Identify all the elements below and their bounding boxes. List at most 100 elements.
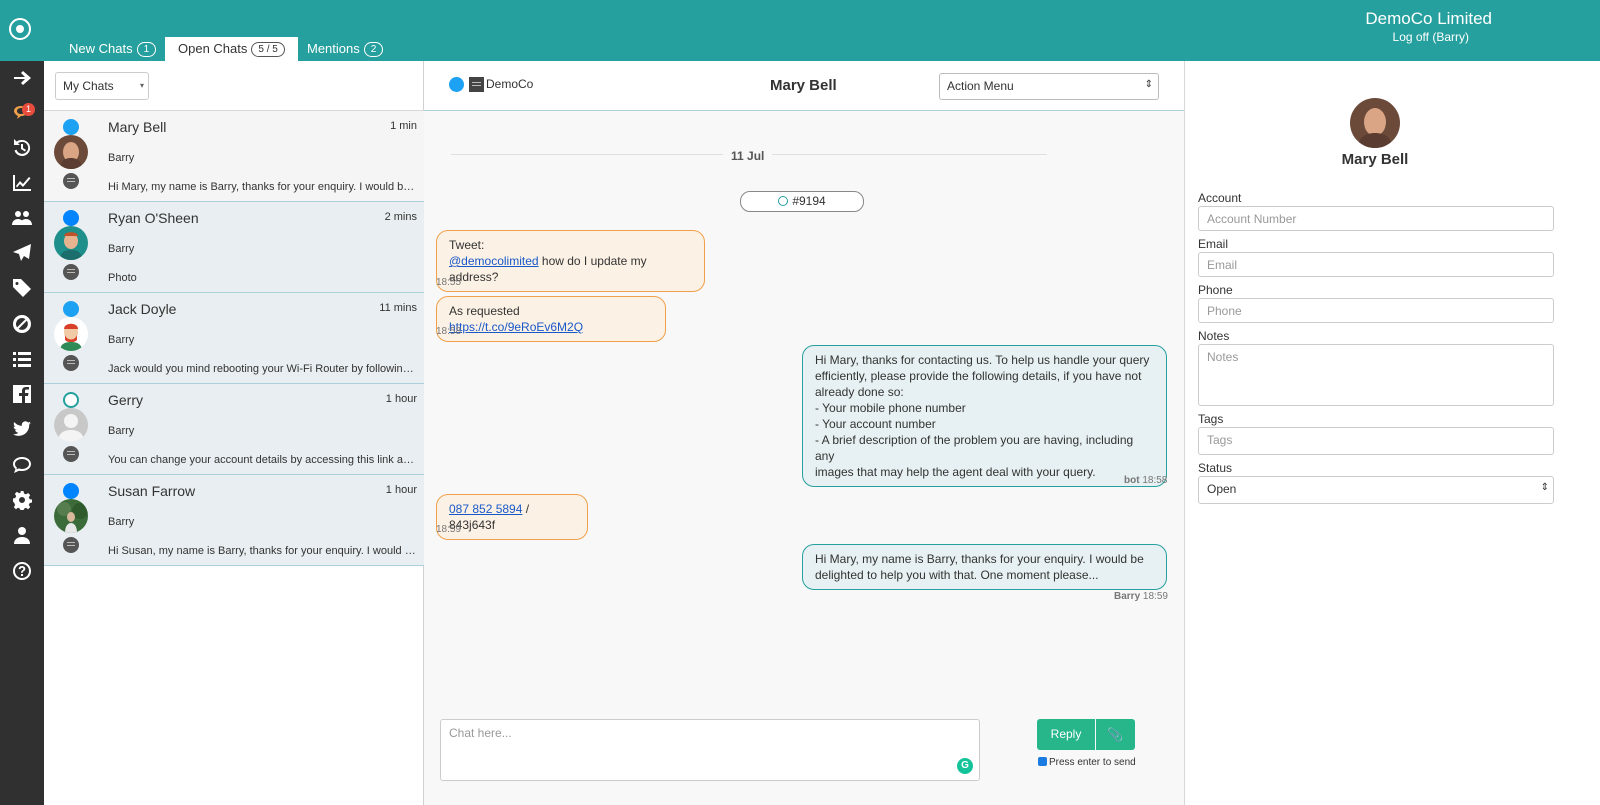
tag-icon[interactable]: [11, 277, 33, 299]
arrow-right-icon[interactable]: [11, 67, 33, 89]
block-icon[interactable]: [11, 313, 33, 335]
agent-name: Barry: [108, 152, 135, 164]
chat-list-panel: My Chats Mary Bell 1 min Barry Hi Mary, …: [44, 61, 424, 805]
agent-icon: [63, 355, 79, 371]
status-select[interactable]: Open: [1198, 476, 1554, 504]
left-nav: 1: [0, 61, 44, 805]
count-badge: 1: [136, 42, 157, 57]
message-line: - Your account number: [815, 417, 936, 431]
message-text: As requested: [449, 304, 520, 318]
twitter-icon: [63, 119, 79, 135]
agent-name: Barry: [108, 243, 135, 255]
outgoing-message: Hi Mary, my name is Barry, thanks for yo…: [802, 544, 1167, 590]
ticket-badge[interactable]: #9194: [740, 191, 864, 212]
account-number-input[interactable]: Account Number: [1198, 206, 1554, 231]
gear-icon[interactable]: [11, 489, 33, 511]
message-time: 18:58: [436, 326, 462, 337]
chat-list-item[interactable]: Jack Doyle 11 mins Barry Jack would you …: [44, 293, 424, 384]
email-input[interactable]: Email: [1198, 252, 1554, 277]
sender-name: bot: [1124, 475, 1140, 486]
list-icon[interactable]: [11, 348, 33, 370]
chat-list-item[interactable]: Mary Bell 1 min Barry Hi Mary, my name i…: [44, 111, 424, 202]
message-time: 18:59: [436, 524, 462, 535]
reply-button[interactable]: Reply: [1037, 719, 1095, 750]
chat-list-item[interactable]: Gerry 1 hour Barry You can change your a…: [44, 384, 424, 475]
url-link[interactable]: https://t.co/9eRoEv6M2Q: [449, 320, 583, 334]
chat-time: 1 min: [390, 120, 417, 132]
message-time: 18:55: [436, 277, 462, 288]
avatar: [54, 135, 88, 169]
user-icon[interactable]: [11, 524, 33, 546]
last-message: Jack would you mind rebooting your Wi-Fi…: [108, 363, 418, 375]
count-badge: 5 / 5: [251, 42, 285, 57]
agent-name: Barry: [108, 425, 135, 437]
agent-icon: [63, 173, 79, 189]
agent-name: Barry: [108, 334, 135, 346]
agent-icon: [63, 537, 79, 553]
customer-name: Mary Bell: [770, 77, 837, 94]
notes-textarea[interactable]: Notes: [1198, 344, 1554, 406]
tab-mentions[interactable]: Mentions 2: [294, 37, 396, 61]
message-line: - A brief description of the problem you…: [815, 433, 1134, 463]
action-menu-select[interactable]: Action Menu: [939, 73, 1159, 100]
message-line: images that may help the agent deal with…: [815, 465, 1096, 479]
chat-input[interactable]: Chat here... G: [440, 719, 980, 781]
history-icon[interactable]: [11, 137, 33, 159]
comment-icon[interactable]: [11, 454, 33, 476]
tags-input[interactable]: Tags: [1198, 427, 1554, 455]
ticket-number: #9194: [792, 194, 826, 208]
field-label: Phone: [1198, 283, 1233, 297]
last-message: You can change your account details by a…: [108, 454, 418, 466]
twitter-icon: [63, 301, 79, 317]
top-bar: New Chats 1 Open Chats 5 / 5 Mentions 2 Dem…: [0, 0, 1600, 61]
chat-list-item[interactable]: Susan Farrow 1 hour Barry Hi Susan, my n…: [44, 475, 424, 566]
input-placeholder: Chat here...: [449, 726, 512, 740]
help-icon[interactable]: [11, 560, 33, 582]
avatar: [54, 226, 88, 260]
my-chats-select[interactable]: My Chats: [55, 72, 149, 100]
webchat-icon: [63, 392, 79, 408]
users-icon[interactable]: [11, 207, 33, 229]
chart-icon[interactable]: [11, 172, 33, 194]
date-label: 11 Jul: [723, 149, 773, 163]
tab-open-chats[interactable]: Open Chats 5 / 5: [165, 37, 298, 61]
agent-name: Barry: [108, 516, 135, 528]
phone-input[interactable]: Phone: [1198, 298, 1554, 323]
press-enter-option[interactable]: Press enter to send: [1038, 757, 1136, 768]
contact-name: Susan Farrow: [108, 483, 196, 499]
message-meta: Barry 18:59: [1114, 591, 1168, 602]
company-handle: DemoCo: [486, 77, 534, 91]
message-line: Hi Mary, thanks for contacting us. To he…: [815, 353, 1150, 367]
twitter-icon: [449, 77, 464, 92]
nav-unread-badge: 1: [22, 103, 35, 116]
twitter-icon[interactable]: [11, 418, 33, 440]
last-message: Hi Susan, my name is Barry, thanks for y…: [108, 545, 418, 557]
chat-list-item[interactable]: Ryan O'Sheen 2 mins Barry Photo: [44, 202, 424, 293]
message-line: - Your mobile phone number: [815, 401, 966, 415]
avatar: [54, 408, 88, 442]
mention-link[interactable]: @democolimited: [449, 254, 539, 268]
attach-button[interactable]: 📎: [1096, 719, 1135, 750]
count-badge: 2: [363, 42, 384, 57]
field-label: Status: [1198, 461, 1233, 475]
outgoing-message: Hi Mary, thanks for contacting us. To he…: [802, 345, 1167, 487]
field-label: Notes: [1198, 329, 1230, 343]
contact-name: Ryan O'Sheen: [108, 210, 199, 226]
facebook-icon[interactable]: [11, 383, 33, 405]
agent-icon: [63, 264, 79, 280]
checkbox-checked[interactable]: [1038, 757, 1047, 766]
message-line: Tweet:: [449, 238, 485, 252]
message-meta: bot 18:58: [1124, 475, 1167, 486]
tab-new-chats[interactable]: New Chats 1: [56, 37, 169, 61]
logoff-link[interactable]: Log off (Barry): [1393, 30, 1469, 44]
grammarly-icon[interactable]: G: [957, 758, 973, 774]
chat-area: DemoCo Mary Bell Action Menu 11 Jul #919…: [424, 61, 1184, 805]
send-icon[interactable]: [11, 242, 33, 264]
avatar: [54, 317, 88, 351]
messenger-icon: [63, 483, 79, 499]
incoming-message: As requested https://t.co/9eRoEv6M2Q: [436, 296, 666, 342]
field-label: Tags: [1198, 412, 1224, 426]
message-time: 18:59: [1142, 591, 1168, 602]
last-message: Photo: [108, 272, 137, 284]
phone-link[interactable]: 087 852 5894: [449, 502, 522, 516]
